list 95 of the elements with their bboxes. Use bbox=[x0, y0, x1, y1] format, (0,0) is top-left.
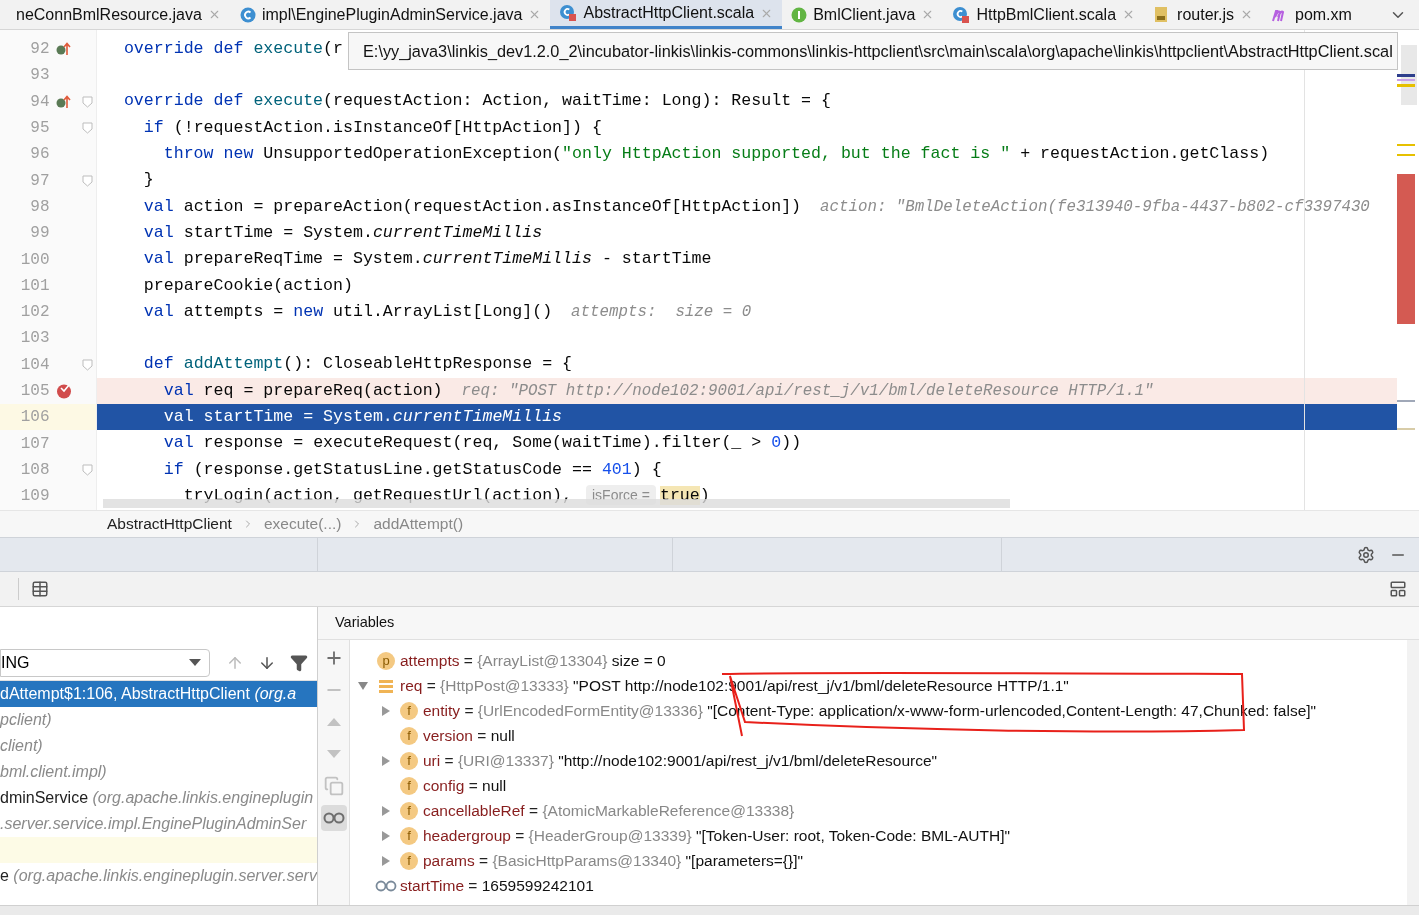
fold-marker-icon[interactable] bbox=[82, 122, 94, 135]
line-number: 93 bbox=[29, 65, 50, 87]
variable-entry[interactable]: attempts = {ArrayList@13304} size = 0 bbox=[400, 648, 666, 673]
code-line: override def execute(r bbox=[122, 40, 343, 58]
interface-icon bbox=[791, 6, 808, 23]
field-badge: f bbox=[400, 826, 418, 845]
code-line: override def execute(requestAction: Action, waitTime: Long): Result = { bbox=[122, 93, 831, 111]
line-number: 98 bbox=[29, 196, 50, 218]
line-number: 96 bbox=[29, 144, 50, 166]
line-number: 103 bbox=[19, 328, 50, 350]
editor-tab[interactable]: router.js bbox=[1144, 0, 1262, 29]
collapse-arrow-icon[interactable] bbox=[357, 679, 369, 692]
thread-dropdown[interactable]: ING bbox=[0, 648, 210, 677]
expand-arrow-icon[interactable] bbox=[380, 854, 392, 867]
code-line: val startTime = System.currentTimeMillis bbox=[162, 409, 563, 426]
field-badge: f bbox=[400, 851, 418, 870]
variable-entry[interactable]: uri = {URI@13337} "http://node102:9001/api/rest_j/v1/bml/deleteResource" bbox=[423, 748, 938, 773]
close-icon[interactable] bbox=[1240, 8, 1253, 21]
expand-arrow-icon[interactable] bbox=[380, 704, 392, 717]
stack-frame[interactable]: .server.service.impl.EnginePluginAdminSer bbox=[0, 811, 317, 837]
stack-frame[interactable]: bml.client.impl) bbox=[0, 759, 317, 785]
code-line: } bbox=[142, 172, 154, 189]
line-number: 102 bbox=[19, 302, 50, 324]
line-number: 95 bbox=[29, 118, 50, 140]
fold-marker-icon[interactable] bbox=[82, 95, 94, 108]
code-line: val attempts = new util.ArrayList[Long]() attempts: size = 0 bbox=[142, 303, 752, 321]
expand-arrow-icon[interactable] bbox=[380, 829, 392, 842]
editor-tab[interactable]: pom.xm bbox=[1262, 0, 1361, 29]
stack-frame[interactable]: pclient) bbox=[0, 707, 317, 733]
code-line: val prepareReqTime = System.currentTimeMillis - startTime bbox=[142, 251, 712, 268]
code-line: throw new UnsupportedOperationException("only HttpAction supported, but the fact is " + requestAction.getClass) bbox=[162, 146, 1270, 163]
scala-file-icon bbox=[559, 4, 578, 22]
code-line: def addAttempt(): CloseableHttpResponse = { bbox=[142, 356, 573, 373]
variable-entry[interactable]: cancellableRef = {AtomicMarkableReference@13338} bbox=[423, 798, 795, 823]
variable-entry[interactable]: params = {BasicHttpParams@13340} "[parameters={}]" bbox=[423, 848, 804, 873]
fold-marker-icon[interactable] bbox=[82, 174, 94, 187]
editor-tab[interactable]: BmlClient.java bbox=[782, 0, 944, 29]
class-icon bbox=[239, 6, 256, 23]
list-icon bbox=[379, 678, 393, 693]
override-icon[interactable] bbox=[56, 94, 73, 109]
glasses-icon[interactable] bbox=[320, 805, 347, 831]
editor-tab[interactable]: impl\EnginePluginAdminService.java bbox=[230, 0, 551, 29]
table-icon[interactable] bbox=[31, 580, 49, 598]
line-number: 99 bbox=[29, 223, 50, 245]
stack-frame[interactable]: dminService (org.apache.linkis.engineplugin bbox=[0, 785, 317, 811]
line-number: 92 bbox=[29, 39, 50, 61]
line-number: 104 bbox=[19, 354, 50, 376]
code-line: val action = prepareAction(requestAction.asInstanceOf[HttpAction]) action: "BmlDeleteAction(fe313940-9fba-4437-b802-cf3397430 bbox=[142, 198, 1370, 216]
variable-entry[interactable]: startTime = 1659599242101 bbox=[400, 873, 594, 898]
stack-frame[interactable]: dAttempt$1:106, AbstractHttpClient (org.a bbox=[0, 681, 317, 707]
code-line: if (response.getStatusLine.getStatusCode == 401) { bbox=[162, 461, 662, 479]
variable-entry[interactable]: config = null bbox=[423, 773, 507, 798]
editor-tab[interactable]: AbstractHttpClient.scala bbox=[550, 0, 783, 29]
editor-tab[interactable]: neConnBmlResource.java bbox=[0, 0, 231, 29]
vertical-scrollbar[interactable] bbox=[1407, 640, 1419, 905]
breadcrumb-item[interactable]: AbstractHttpClient bbox=[107, 512, 232, 536]
line-number: 106 bbox=[19, 407, 50, 429]
stack-frame[interactable]: e (org.apache.linkis.engineplugin.server.serv bbox=[0, 863, 317, 889]
line-number: 105 bbox=[19, 381, 50, 402]
fold-marker-icon[interactable] bbox=[82, 463, 94, 476]
line-number: 109 bbox=[19, 486, 50, 508]
field-badge: f bbox=[400, 801, 418, 820]
caret-icon[interactable] bbox=[189, 659, 201, 666]
code-line: val response = executeRequest(req, Some(waitTime).filter(_ > 0)) bbox=[162, 435, 802, 452]
line-number: 108 bbox=[19, 459, 50, 481]
breakpoint-icon[interactable] bbox=[56, 383, 73, 399]
fold-marker-icon[interactable] bbox=[82, 358, 94, 371]
layout-icon[interactable] bbox=[1389, 580, 1407, 598]
field-badge: f bbox=[400, 726, 418, 745]
stack-frame[interactable]: client) bbox=[0, 733, 317, 759]
variable-entry[interactable]: version = null bbox=[423, 723, 515, 748]
line-number: 107 bbox=[19, 433, 50, 455]
line-number: 101 bbox=[19, 275, 50, 297]
editor-tab[interactable]: HttpBmlClient.scala bbox=[943, 0, 1145, 29]
override-icon[interactable] bbox=[56, 42, 73, 57]
glasses-icon bbox=[375, 879, 397, 892]
field-badge: f bbox=[400, 776, 418, 795]
scala-file-icon bbox=[952, 5, 971, 24]
code-line: val req = prepareReq(action) req: "POST http://node102:9001/api/rest_j/v1/bml/deleteResource HTTP/1.1" bbox=[162, 382, 1154, 400]
field-badge: p bbox=[377, 651, 395, 670]
line-number: 100 bbox=[19, 249, 50, 271]
line-number: 97 bbox=[29, 170, 50, 192]
expand-arrow-icon[interactable] bbox=[380, 804, 392, 817]
expand-arrow-icon[interactable] bbox=[380, 754, 392, 767]
path-tooltip: E:\yy_java3\linkis_dev1.2.0_2\incubator-linkis\linkis-commons\linkis-httpclient\src\main\scala\org\apache\linkis\httpclient\AbstractHttpClient.scal bbox=[348, 32, 1398, 70]
variable-entry[interactable]: headergroup = {HeaderGroup@13339} "[Token-User: root, Token-Code: BML-AUTH]" bbox=[423, 823, 1010, 848]
filter-icon[interactable] bbox=[290, 653, 308, 672]
settings-icon[interactable] bbox=[1357, 545, 1375, 564]
field-badge: f bbox=[400, 701, 418, 720]
field-badge: f bbox=[400, 751, 418, 770]
code-line: if (!requestAction.isInstanceOf[HttpAction]) { bbox=[142, 119, 602, 137]
panel-title: Variables bbox=[335, 613, 395, 633]
code-line: val startTime = System.currentTimeMillis bbox=[142, 224, 543, 242]
line-number: 94 bbox=[29, 91, 50, 113]
code-line: prepareCookie(action) bbox=[142, 277, 353, 295]
